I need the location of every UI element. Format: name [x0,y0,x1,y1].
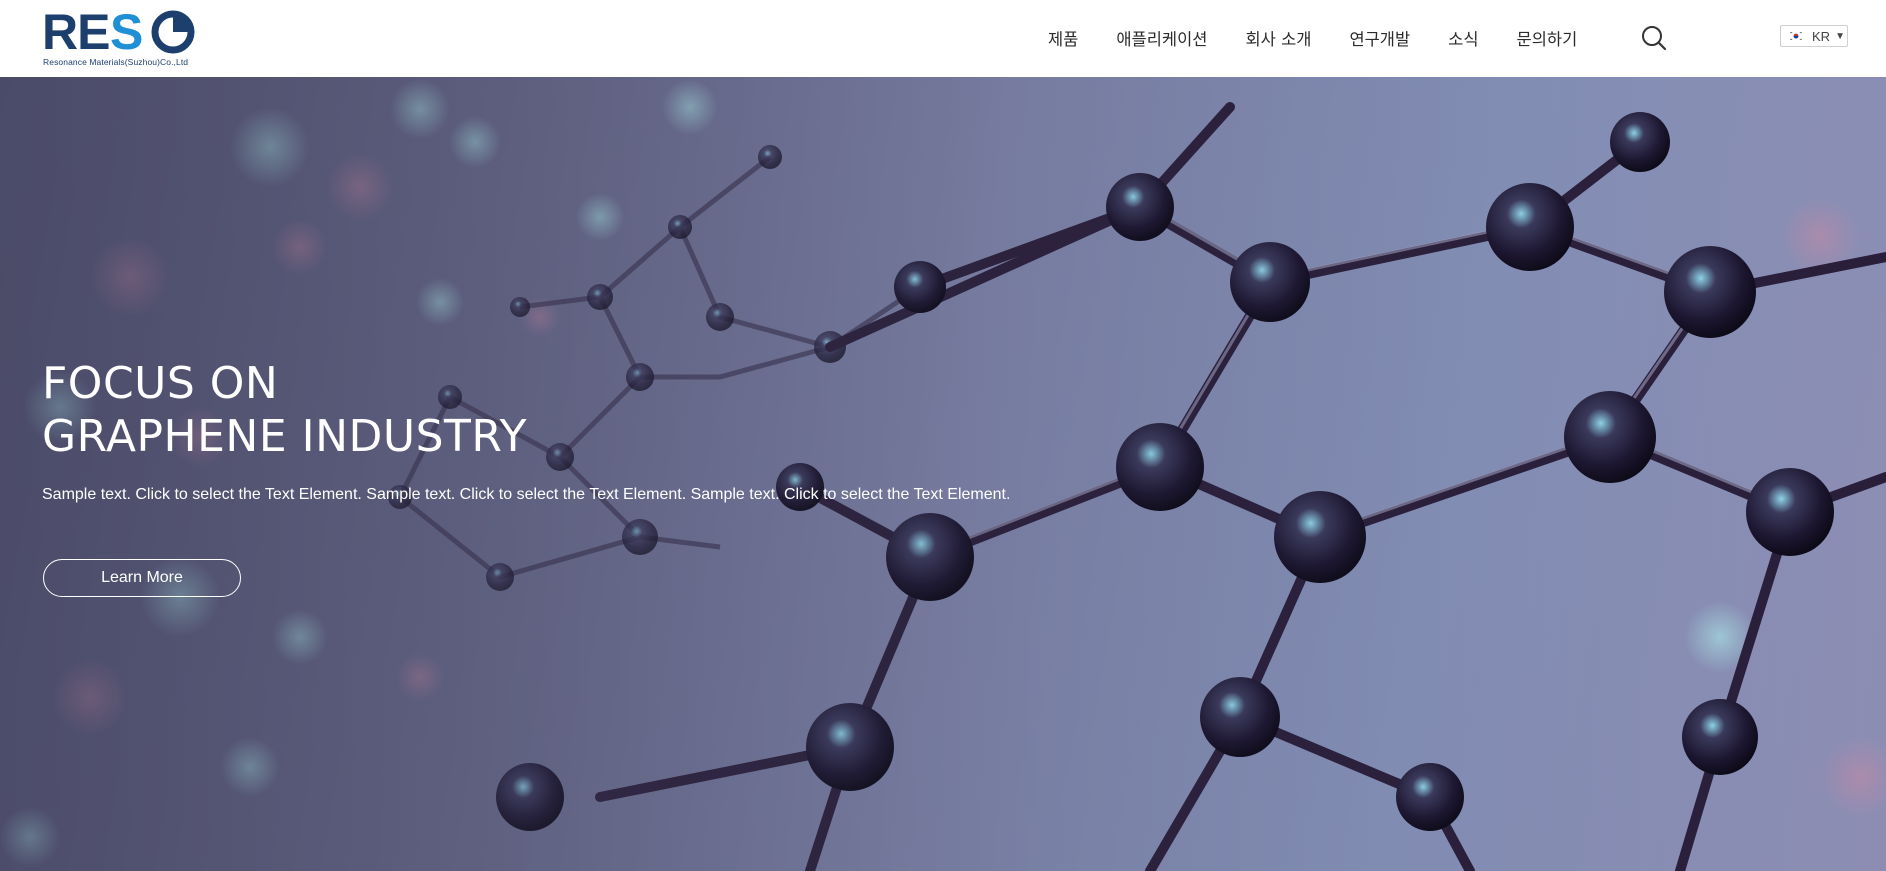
logo-subtitle: Resonance Materials(Suzhou)Co.,Ltd [43,57,189,67]
search-icon [1642,26,1667,51]
nav-item-rnd[interactable]: 연구개발 [1349,26,1410,50]
chevron-down-icon: ▼ [1835,30,1845,42]
language-selector[interactable]: KR ▼ [1780,25,1848,47]
reso-logo-wordmark: RE S [42,7,195,55]
hero-title-line1: FOCUS ON [42,358,279,409]
nav-item-about[interactable]: 회사 소개 [1245,26,1311,50]
korea-flag-icon [1789,31,1803,41]
graphene-molecule-image [0,77,1886,871]
search-button[interactable] [1640,24,1668,52]
hero-title: FOCUS ON GRAPHENE INDUSTRY [42,357,527,463]
learn-more-button[interactable]: Learn More [43,559,241,597]
main-nav: 제품 애플리케이션 회사 소개 연구개발 소식 문의하기 [1048,26,1615,50]
site-header: RE S Resonance Materials(Suzhou)Co.,Ltd … [0,0,1886,77]
nav-item-news[interactable]: 소식 [1448,26,1478,50]
hero-banner: FOCUS ON GRAPHENE INDUSTRY Sample text. … [0,77,1886,871]
svg-text:RE: RE [42,7,109,55]
hero-title-line2: GRAPHENE INDUSTRY [42,411,528,462]
nav-item-contact[interactable]: 문의하기 [1517,26,1578,50]
hero-description: Sample text. Click to select the Text El… [42,486,1011,503]
nav-item-products[interactable]: 제품 [1048,26,1078,50]
nav-item-applications[interactable]: 애플리케이션 [1116,26,1207,50]
company-logo[interactable]: RE S Resonance Materials(Suzhou)Co.,Ltd [42,7,202,69]
svg-text:S: S [110,7,143,55]
language-code: KR [1812,28,1831,44]
